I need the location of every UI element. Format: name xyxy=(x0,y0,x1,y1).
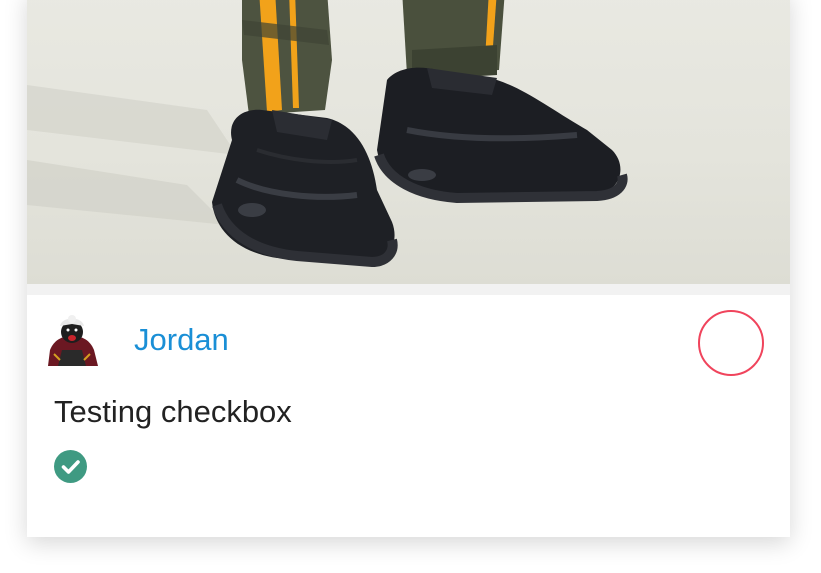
check-circle-icon[interactable] xyxy=(54,450,87,483)
post-title: Testing checkbox xyxy=(54,394,292,429)
user-avatar[interactable] xyxy=(44,310,101,366)
post-image[interactable] xyxy=(27,0,790,285)
image-divider xyxy=(27,284,790,295)
author-link[interactable]: Jordan xyxy=(134,322,229,358)
select-circle-icon[interactable] xyxy=(698,310,764,376)
post-card: Jordan Testing checkbox xyxy=(27,0,790,537)
